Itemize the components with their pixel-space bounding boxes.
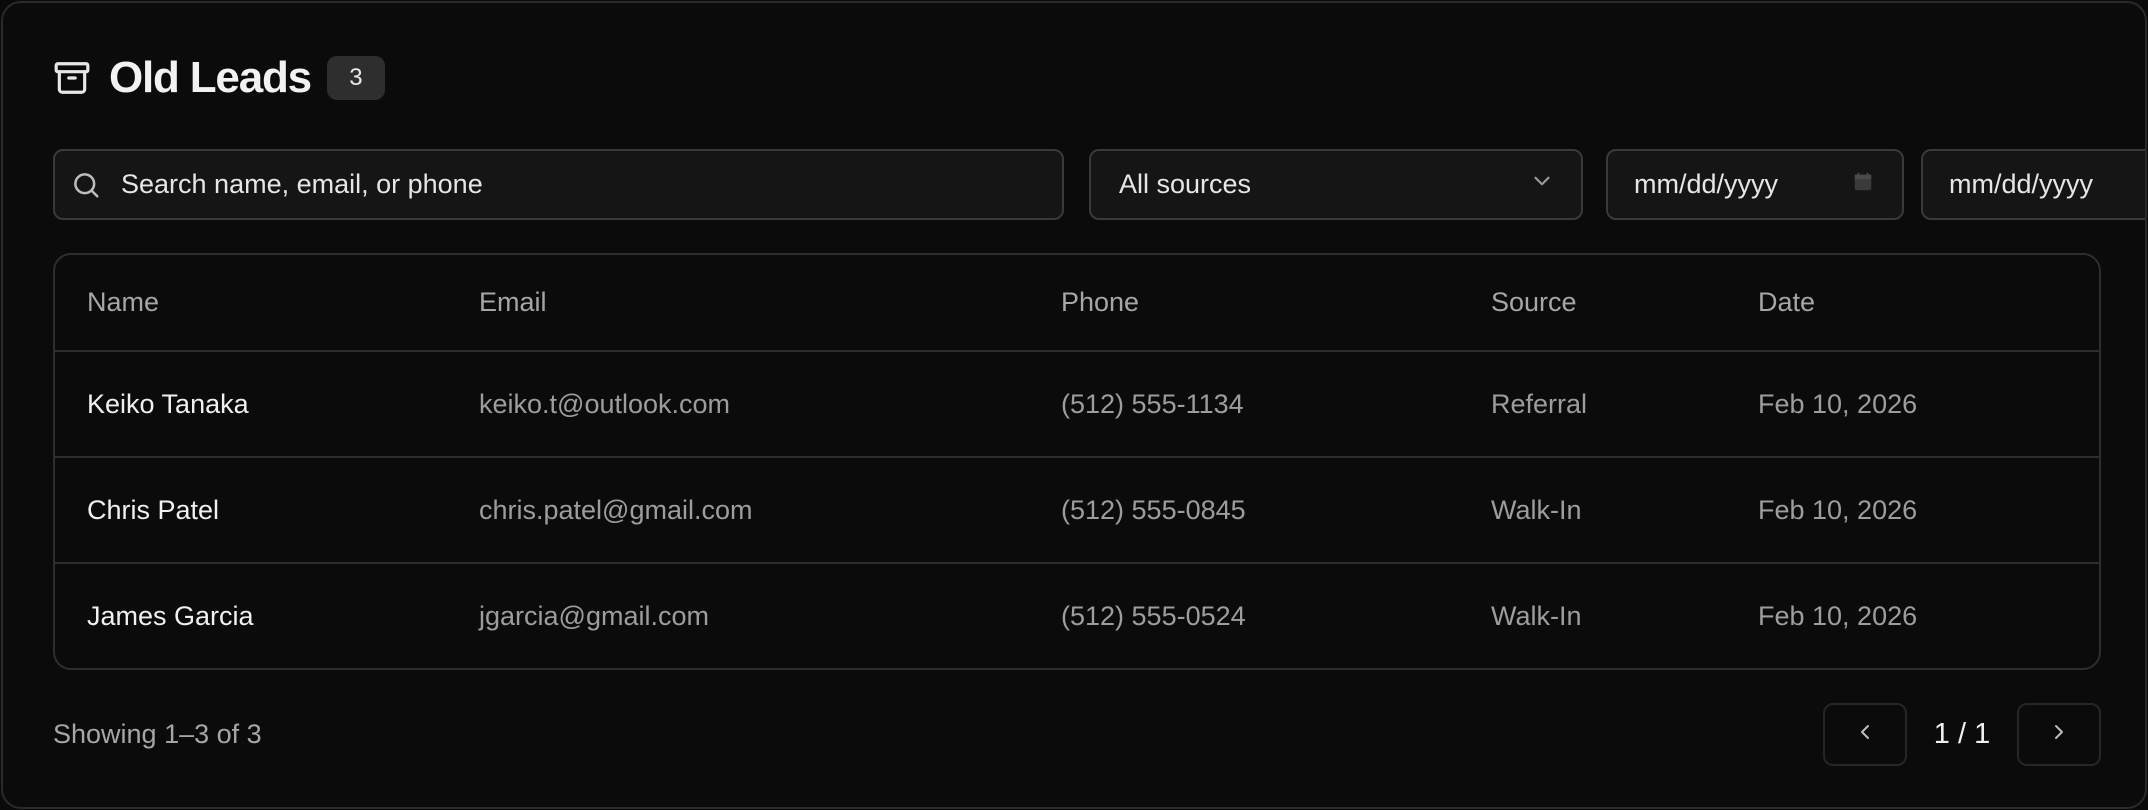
- calendar-icon[interactable]: [1852, 169, 1874, 200]
- old-leads-panel: Old Leads 3 All sources mm/dd/yyyy: [1, 1, 2147, 809]
- table-row[interactable]: James Garcia jgarcia@gmail.com (512) 555…: [55, 563, 2099, 668]
- date-from-input[interactable]: mm/dd/yyyy: [1606, 149, 1904, 220]
- search-input[interactable]: [121, 169, 1021, 200]
- lead-date: Feb 10, 2026: [1758, 601, 1918, 631]
- chevron-left-icon: [1853, 720, 1877, 749]
- lead-email: chris.patel@gmail.com: [479, 494, 753, 525]
- date-to-placeholder: mm/dd/yyyy: [1949, 169, 2094, 199]
- lead-phone: (512) 555-1134: [1061, 388, 1244, 419]
- lead-phone: (512) 555-0524: [1061, 601, 1246, 631]
- next-page-button[interactable]: [2017, 703, 2101, 766]
- lead-phone: (512) 555-0845: [1061, 494, 1246, 525]
- lead-source: Walk-In: [1491, 601, 1582, 631]
- search-icon: [71, 168, 105, 202]
- chevron-right-icon: [2047, 720, 2071, 749]
- table-row[interactable]: Chris Patel chris.patel@gmail.com (512) …: [55, 457, 2099, 563]
- lead-name: Keiko Tanaka: [87, 388, 249, 419]
- lead-date: Feb 10, 2026: [1758, 388, 1918, 419]
- column-header-date: Date: [1726, 255, 2099, 352]
- lead-source: Walk-In: [1491, 494, 1582, 525]
- column-header-email: Email: [447, 255, 1029, 352]
- table-header-row: Name Email Phone Source Date: [55, 255, 2099, 352]
- lead-source: Referral: [1491, 388, 1588, 419]
- column-header-name: Name: [55, 255, 447, 352]
- date-to-input[interactable]: mm/dd/yyyy: [1921, 149, 2145, 220]
- page-title: Old Leads: [109, 53, 312, 102]
- source-select-value: All sources: [1119, 169, 1252, 199]
- pagination-summary: Showing 1–3 of 3: [53, 719, 262, 749]
- lead-count-badge: 3: [326, 56, 385, 100]
- date-from-placeholder: mm/dd/yyyy: [1634, 169, 1779, 199]
- lead-email: jgarcia@gmail.com: [479, 601, 709, 631]
- column-header-phone: Phone: [1029, 255, 1459, 352]
- chevron-down-icon: [1529, 168, 1555, 201]
- page-indicator: 1 / 1: [1933, 718, 1991, 750]
- lead-date: Feb 10, 2026: [1758, 494, 1918, 525]
- lead-name: Chris Patel: [87, 494, 220, 525]
- archive-icon: [53, 59, 91, 97]
- search-box[interactable]: [53, 149, 1064, 220]
- lead-email: keiko.t@outlook.com: [479, 388, 731, 419]
- page-header: Old Leads 3: [53, 55, 385, 101]
- lead-name: James Garcia: [87, 601, 254, 631]
- previous-page-button[interactable]: [1823, 703, 1907, 766]
- table-row[interactable]: Keiko Tanaka keiko.t@outlook.com (512) 5…: [55, 351, 2099, 457]
- source-select[interactable]: All sources: [1089, 149, 1583, 220]
- leads-table: Name Email Phone Source Date Keiko Tanak…: [53, 253, 2101, 670]
- column-header-source: Source: [1459, 255, 1726, 352]
